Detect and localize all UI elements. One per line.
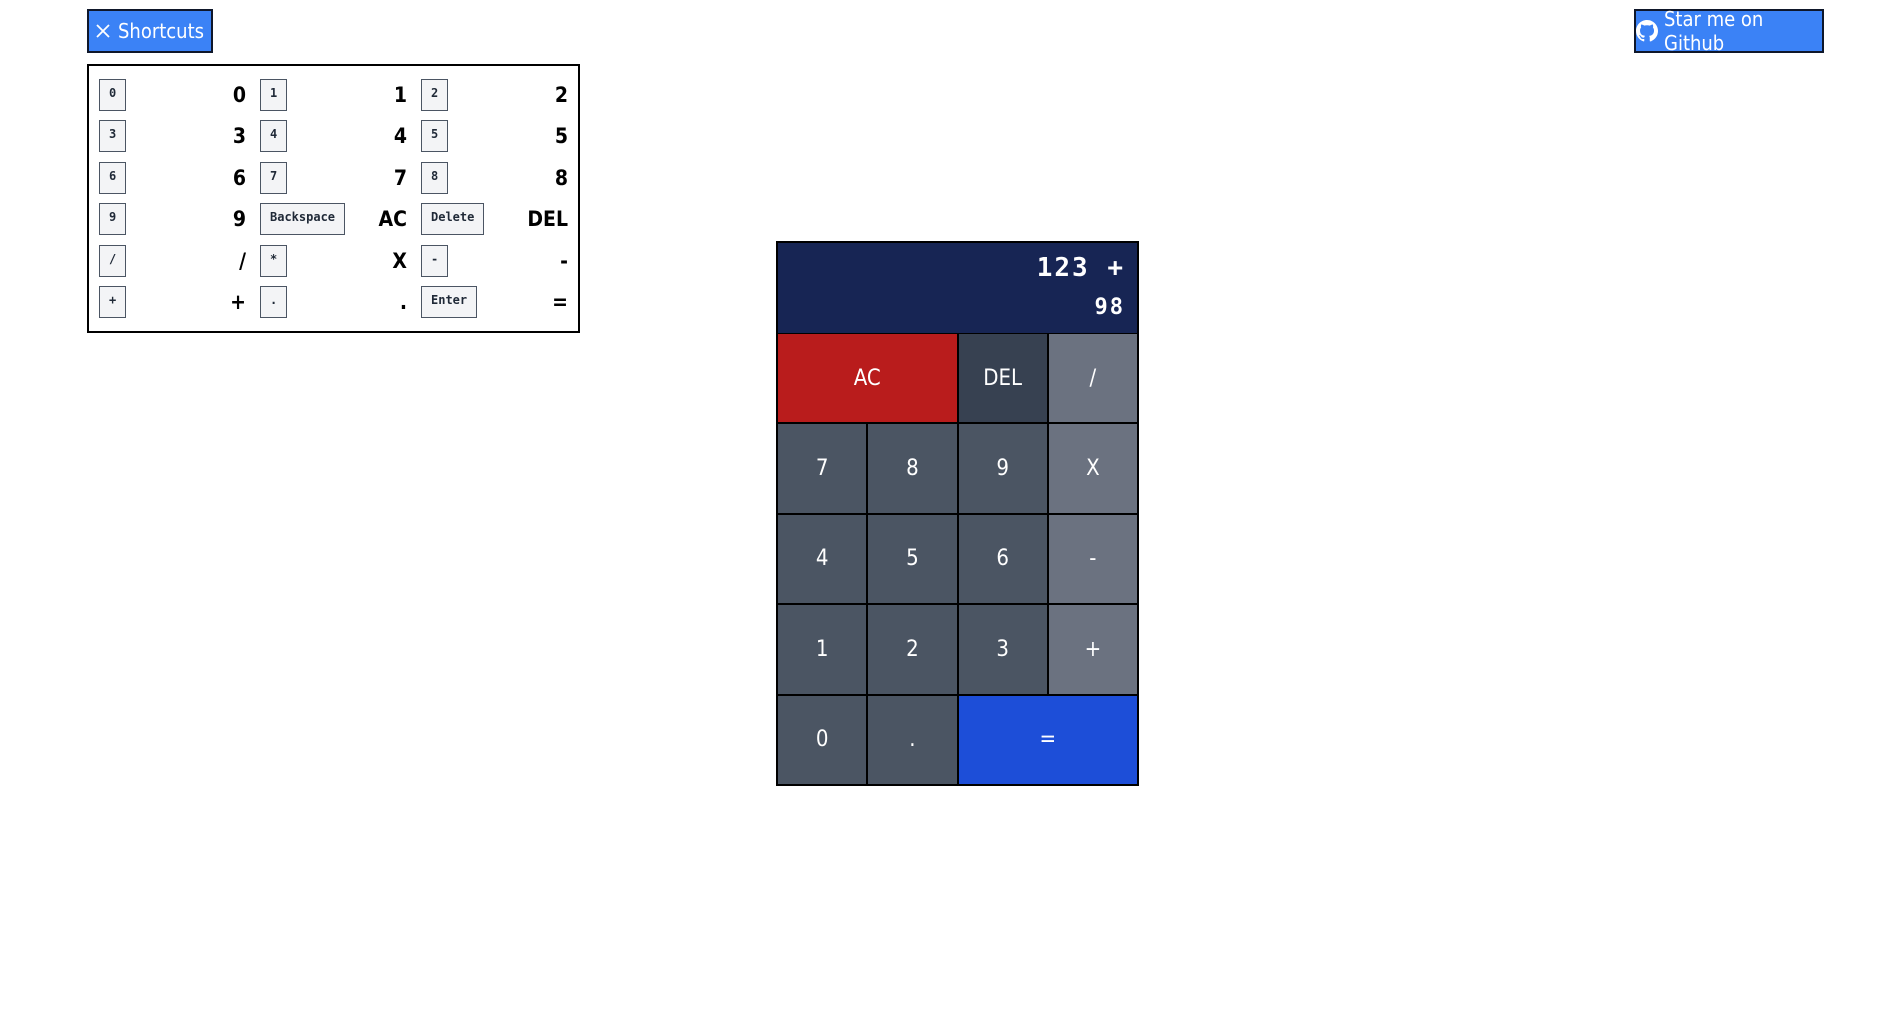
shortcut-key: 0 bbox=[99, 78, 127, 111]
github-star-button[interactable]: Star me on Github bbox=[1634, 7, 1824, 55]
multiply-button[interactable]: X bbox=[1048, 424, 1137, 513]
digit-8-button[interactable]: 8 bbox=[868, 424, 957, 513]
shortcut-key: Delete bbox=[421, 203, 485, 236]
shortcut-result: 1 bbox=[393, 82, 407, 107]
current-operand: 98 bbox=[1094, 295, 1125, 320]
digit-9-button[interactable]: 9 bbox=[958, 424, 1047, 513]
shortcut-key: 5 bbox=[421, 120, 449, 153]
decimal-button[interactable]: . bbox=[868, 695, 957, 784]
shortcut-row: 11 bbox=[260, 74, 407, 116]
digit-7-button[interactable]: 7 bbox=[778, 424, 867, 513]
close-icon bbox=[96, 24, 110, 38]
delete-button[interactable]: DEL bbox=[958, 334, 1047, 423]
shortcut-key: - bbox=[421, 244, 449, 277]
shortcut-key: 9 bbox=[99, 203, 127, 236]
digit-3-button[interactable]: 3 bbox=[958, 605, 1047, 694]
github-star-label: Star me on Github bbox=[1664, 7, 1764, 55]
shortcut-key: Backspace bbox=[260, 203, 346, 236]
digit-2-button[interactable]: 2 bbox=[868, 605, 957, 694]
digit-1-button[interactable]: 1 bbox=[778, 605, 867, 694]
shortcut-result: . bbox=[399, 290, 407, 315]
shortcut-row: Delete DEL bbox=[421, 199, 568, 241]
calculator-keypad: AC DEL / 7 8 9 X 4 5 6 - 1 2 3 + 0 . = bbox=[778, 334, 1137, 784]
keyboard-shortcuts-panel: 00 11 22 33 44 55 66 77 88 99 Backspace A… bbox=[87, 64, 580, 333]
shortcut-result: 7 bbox=[393, 165, 407, 190]
shortcut-row: 88 bbox=[421, 157, 568, 199]
shortcut-result: + bbox=[230, 290, 246, 315]
shortcut-result: 9 bbox=[232, 207, 246, 232]
calculator-display: 123 + 98 bbox=[778, 243, 1137, 333]
shortcut-row: / / bbox=[99, 240, 246, 282]
shortcuts-toggle-label: Shortcuts bbox=[117, 19, 204, 43]
shortcut-key: . bbox=[260, 286, 288, 319]
shortcut-row: 77 bbox=[260, 157, 407, 199]
shortcut-key: 6 bbox=[99, 161, 127, 194]
shortcut-key: / bbox=[99, 244, 127, 277]
digit-0-button[interactable]: 0 bbox=[778, 695, 867, 784]
shortcut-key: 8 bbox=[421, 161, 449, 194]
all-clear-button[interactable]: AC bbox=[778, 334, 957, 423]
shortcut-row: Enter = bbox=[421, 282, 568, 324]
shortcut-key: 1 bbox=[260, 78, 288, 111]
shortcut-row: Backspace AC bbox=[260, 199, 407, 241]
shortcut-row: 55 bbox=[421, 116, 568, 158]
shortcut-row: -- bbox=[421, 240, 568, 282]
shortcut-row: 00 bbox=[99, 74, 246, 116]
digit-5-button[interactable]: 5 bbox=[868, 514, 957, 604]
previous-operand: 123 + bbox=[1036, 253, 1125, 283]
shortcut-result: AC bbox=[378, 207, 408, 232]
shortcut-row: 22 bbox=[421, 74, 568, 116]
shortcut-result: 3 bbox=[232, 124, 246, 149]
shortcut-result: 4 bbox=[393, 124, 407, 149]
shortcut-row: .. bbox=[260, 282, 407, 324]
shortcut-result: - bbox=[560, 248, 568, 273]
digit-4-button[interactable]: 4 bbox=[778, 514, 867, 604]
shortcut-result: 8 bbox=[554, 165, 568, 190]
shortcut-row: * X bbox=[260, 240, 407, 282]
shortcut-row: 99 bbox=[99, 199, 246, 241]
shortcut-key: * bbox=[260, 244, 288, 277]
shortcut-row: 44 bbox=[260, 116, 407, 158]
shortcut-key: Enter bbox=[421, 286, 478, 319]
subtract-button[interactable]: - bbox=[1048, 514, 1137, 604]
shortcut-row: + + bbox=[99, 282, 246, 324]
shortcut-result: / bbox=[239, 248, 246, 273]
shortcuts-toggle-button[interactable]: Shortcuts bbox=[87, 9, 213, 53]
add-button[interactable]: + bbox=[1048, 605, 1137, 694]
shortcut-result: DEL bbox=[527, 207, 568, 232]
shortcut-row: 33 bbox=[99, 116, 246, 158]
shortcut-key: 3 bbox=[99, 120, 127, 153]
shortcut-result: = bbox=[552, 290, 568, 315]
equals-button[interactable]: = bbox=[958, 695, 1137, 784]
shortcut-row: 66 bbox=[99, 157, 246, 199]
divide-button[interactable]: / bbox=[1048, 334, 1137, 423]
calculator: 123 + 98 AC DEL / 7 8 9 X 4 5 6 - 1 2 3 … bbox=[776, 241, 1139, 786]
shortcut-result: 2 bbox=[554, 82, 568, 107]
github-icon bbox=[1636, 20, 1658, 42]
shortcut-result: 5 bbox=[554, 124, 568, 149]
shortcut-key: 7 bbox=[260, 161, 288, 194]
shortcut-key: + bbox=[99, 286, 127, 319]
shortcut-result: 0 bbox=[232, 82, 246, 107]
shortcut-key: 4 bbox=[260, 120, 288, 153]
shortcut-key: 2 bbox=[421, 78, 449, 111]
shortcut-result: X bbox=[392, 248, 407, 273]
shortcut-result: 6 bbox=[232, 165, 246, 190]
digit-6-button[interactable]: 6 bbox=[958, 514, 1047, 604]
